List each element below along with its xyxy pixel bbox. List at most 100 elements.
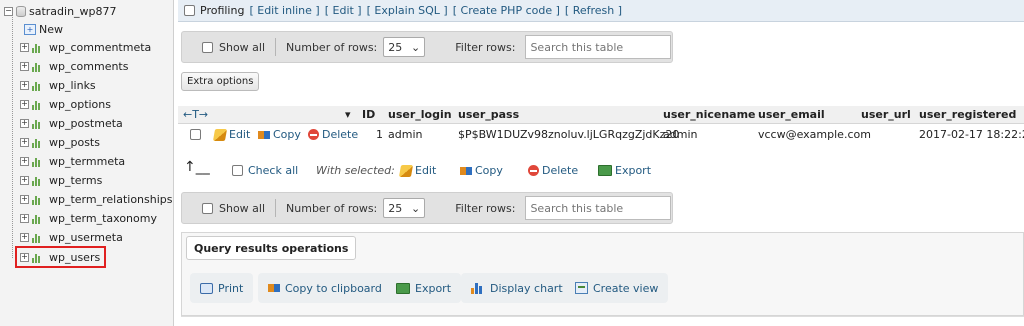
print-label: Print — [218, 281, 244, 295]
show-all-checkbox[interactable] — [202, 41, 213, 53]
expand-icon[interactable]: + — [20, 61, 29, 71]
filter-search-input[interactable] — [525, 35, 672, 59]
sidebar-new-label[interactable]: New — [39, 23, 63, 36]
cell-user-nicename[interactable]: admin — [663, 128, 697, 141]
expand-icon[interactable]: + — [20, 42, 29, 52]
expand-icon[interactable]: + — [20, 99, 29, 109]
column-header-user-login[interactable]: user_login — [388, 108, 452, 121]
table-icon — [32, 42, 46, 53]
bulk-delete-button[interactable]: Delete — [528, 164, 578, 177]
row-delete-button[interactable]: Delete — [308, 128, 358, 141]
sidebar-table-label[interactable]: wp_term_taxonomy — [49, 212, 157, 225]
table-icon — [32, 213, 46, 224]
sidebar-item-wp-usermeta[interactable]: + wp_usermeta — [20, 228, 123, 246]
cell-user-pass[interactable]: $P$BW1DUZv98znoluv.ljLGRqzgZjdKz20 — [458, 128, 679, 141]
sidebar-table-label[interactable]: wp_termmeta — [49, 155, 125, 168]
sidebar-item-wp-options[interactable]: + wp_options — [20, 95, 111, 113]
sidebar-item-wp-commentmeta[interactable]: + wp_commentmeta — [20, 38, 151, 56]
sidebar-table-label[interactable]: wp_options — [49, 98, 111, 111]
collapse-icon[interactable]: − — [4, 6, 13, 16]
cell-user-login[interactable]: admin — [388, 128, 422, 141]
export-button[interactable]: Export — [386, 273, 462, 303]
column-header-user-pass[interactable]: user_pass — [458, 108, 519, 121]
column-header-id[interactable]: ID — [362, 108, 375, 121]
check-all-label[interactable]: Check all — [248, 164, 298, 177]
print-button[interactable]: Print — [190, 273, 254, 303]
sidebar-item-wp-term-relationships[interactable]: + wp_term_relationships — [20, 190, 173, 208]
column-header-user-nicename[interactable]: user_nicename — [663, 108, 756, 121]
cell-user-email[interactable]: vccw@example.com — [758, 128, 871, 141]
sidebar-item-wp-postmeta[interactable]: + wp_postmeta — [20, 114, 123, 132]
phpmyadmin-window: − satradin_wp877 + New + wp_commentmeta … — [0, 0, 1024, 326]
bulk-copy-button[interactable]: Copy — [460, 164, 503, 177]
rows-select[interactable]: 25 ⌄ — [383, 198, 426, 218]
create-view-button[interactable]: Create view — [565, 273, 669, 303]
edit-link[interactable]: [ Edit ] — [325, 4, 362, 17]
column-header-user-registered[interactable]: user_registered — [919, 108, 1016, 121]
column-header-user-url[interactable]: user_url — [861, 108, 911, 121]
sidebar-item-wp-links[interactable]: + wp_links — [20, 76, 96, 94]
database-node[interactable]: − satradin_wp877 — [4, 3, 117, 19]
sidebar-table-label[interactable]: wp_commentmeta — [49, 41, 151, 54]
row-copy-button[interactable]: Copy — [258, 128, 301, 141]
rows-select[interactable]: 25 ⌄ — [383, 37, 426, 57]
sort-dropdown-icon[interactable]: ▾ — [345, 108, 351, 121]
expand-icon[interactable]: + — [20, 213, 29, 223]
expand-icon[interactable]: + — [20, 80, 29, 90]
expand-icon[interactable]: + — [20, 156, 29, 166]
sidebar-item-new[interactable]: + New — [24, 20, 63, 38]
sidebar-item-wp-term-taxonomy[interactable]: + wp_term_taxonomy — [20, 209, 157, 227]
database-name[interactable]: satradin_wp877 — [29, 5, 117, 18]
pencil-icon — [398, 164, 414, 177]
divider — [275, 38, 277, 56]
chevron-down-icon: ⌄ — [411, 201, 421, 215]
tree-connector-line — [12, 14, 13, 258]
edit-inline-link[interactable]: [ Edit inline ] — [249, 4, 319, 17]
navigation-sidebar: − satradin_wp877 + New + wp_commentmeta … — [0, 0, 174, 326]
extra-options-button[interactable]: Extra options — [181, 72, 260, 91]
show-all-label[interactable]: Show all — [219, 41, 265, 54]
create-view-label: Create view — [593, 281, 659, 295]
bulk-copy-label: Copy — [475, 164, 503, 177]
sidebar-table-label[interactable]: wp_postmeta — [49, 117, 123, 130]
table-row: Edit Copy Delete 1 admin $P$BW1DUZv98zno… — [178, 125, 1024, 145]
expand-icon[interactable]: + — [20, 194, 29, 204]
sidebar-table-label[interactable]: wp_usermeta — [49, 231, 123, 244]
sidebar-table-label[interactable]: wp_links — [49, 79, 96, 92]
sidebar-table-label[interactable]: wp_terms — [49, 174, 102, 187]
row-checkbox[interactable] — [190, 129, 201, 140]
expand-icon[interactable]: + — [20, 175, 29, 185]
profiling-checkbox[interactable] — [184, 5, 195, 16]
sidebar-item-wp-termmeta[interactable]: + wp_termmeta — [20, 152, 125, 170]
column-resize-arrows[interactable]: ←T→ — [183, 108, 208, 121]
cell-id[interactable]: 1 — [376, 128, 383, 141]
expand-icon[interactable]: + — [20, 137, 29, 147]
bulk-edit-button[interactable]: Edit — [398, 164, 436, 177]
export-icon — [396, 282, 410, 294]
filter-search-input[interactable] — [525, 196, 672, 220]
sidebar-item-wp-terms[interactable]: + wp_terms — [20, 171, 102, 189]
cell-user-registered[interactable]: 2017-02-17 18:22:27 — [919, 128, 1024, 141]
create-php-code-link[interactable]: [ Create PHP code ] — [453, 4, 560, 17]
query-results-operations-title: Query results operations — [186, 236, 357, 260]
check-all-checkbox[interactable] — [232, 165, 243, 176]
sidebar-item-wp-posts[interactable]: + wp_posts — [20, 133, 100, 151]
copy-to-clipboard-button[interactable]: Copy to clipboard — [258, 273, 392, 303]
sidebar-table-label[interactable]: wp_term_relationships — [49, 193, 173, 206]
bulk-export-button[interactable]: Export — [598, 164, 651, 177]
refresh-link[interactable]: [ Refresh ] — [565, 4, 622, 17]
printer-icon — [200, 282, 213, 294]
expand-icon[interactable]: + — [20, 232, 29, 242]
show-all-checkbox[interactable] — [202, 202, 213, 214]
show-all-label[interactable]: Show all — [219, 202, 265, 215]
sidebar-item-wp-comments[interactable]: + wp_comments — [20, 57, 128, 75]
explain-sql-link[interactable]: [ Explain SQL ] — [367, 4, 448, 17]
expand-icon[interactable]: + — [20, 118, 29, 128]
bulk-actions-bar: ↑__ Check all With selected: Edit Copy D… — [184, 160, 684, 182]
row-edit-button[interactable]: Edit — [212, 128, 250, 141]
filter-rows-label: Filter rows: — [455, 201, 516, 215]
sidebar-table-label[interactable]: wp_posts — [49, 136, 100, 149]
sidebar-table-label[interactable]: wp_comments — [49, 60, 128, 73]
display-chart-button[interactable]: Display chart — [461, 273, 573, 303]
column-header-user-email[interactable]: user_email — [758, 108, 825, 121]
